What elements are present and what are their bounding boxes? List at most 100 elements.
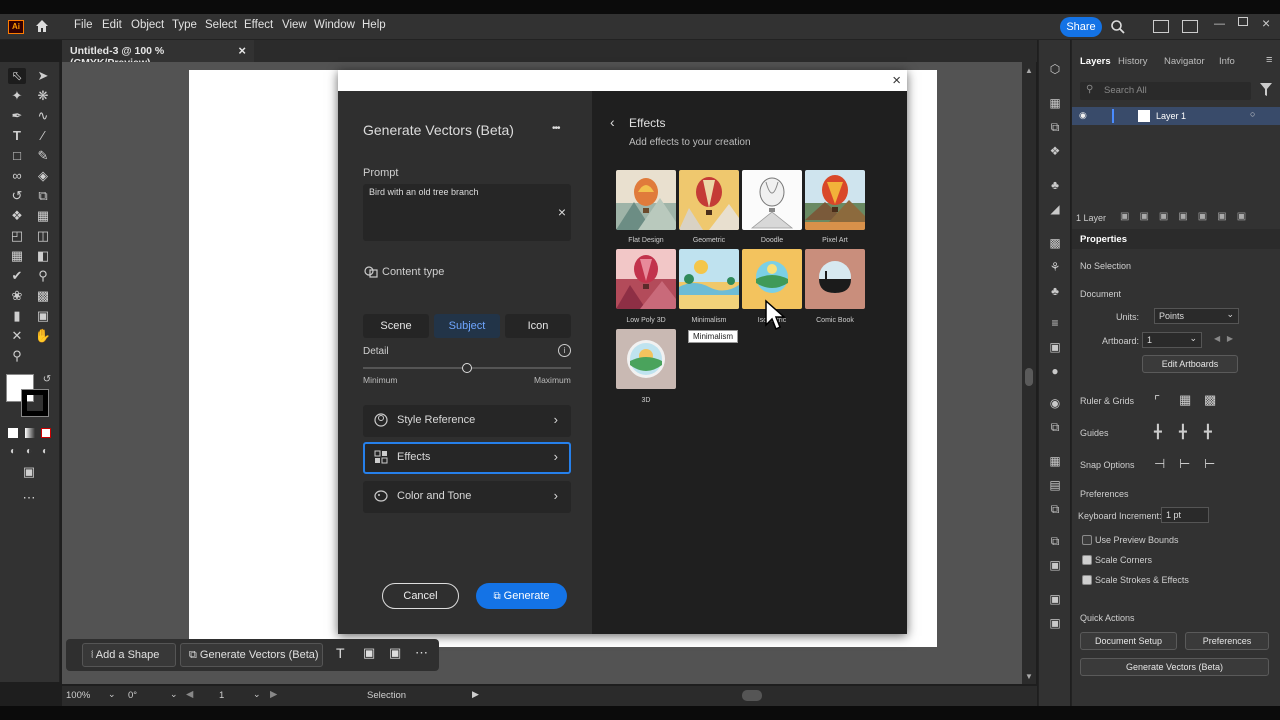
slice-tool-icon[interactable]: ✕	[8, 328, 26, 344]
crop-icon[interactable]: ▣	[363, 645, 375, 661]
puppet-icon[interactable]: ⚘	[1047, 260, 1063, 274]
preferences-button[interactable]: Preferences	[1185, 632, 1269, 650]
effect-flat-design[interactable]	[616, 170, 676, 230]
lasso-tool-icon[interactable]: ❋	[34, 88, 52, 104]
bar-graph-tool-icon[interactable]: ▮	[8, 308, 26, 324]
generate-button[interactable]: ⧉ Generate	[476, 583, 567, 609]
artboard-field[interactable]: 1	[219, 690, 224, 701]
zoom-dropdown-icon[interactable]: ⌄	[108, 689, 116, 700]
horizontal-scroll-thumb[interactable]	[742, 690, 762, 701]
more-options-icon[interactable]: •••	[552, 123, 560, 134]
menu-window[interactable]: Window	[314, 19, 355, 31]
arrange-documents-icon[interactable]	[1153, 20, 1169, 33]
artboard-nav-icons[interactable]: ◀ ▶	[1214, 334, 1233, 343]
effect-low-poly-3d[interactable]	[616, 249, 676, 309]
document-tab[interactable]: Untitled-3 @ 100 % (CMYK/Preview) ×	[62, 40, 254, 69]
eyedropper-tool-icon[interactable]: ✔	[8, 268, 26, 284]
paintbrush-tool-icon[interactable]: ✎	[34, 148, 52, 164]
screen-mode-icon[interactable]: ▣	[20, 464, 38, 480]
swatches-icon[interactable]: ▩	[1047, 236, 1063, 250]
keyboard-increment-field[interactable]: 1 pt	[1161, 507, 1209, 523]
snap-glyph-icon[interactable]: ⊢	[1204, 456, 1215, 472]
artboard-dropdown-icon[interactable]: ⌄	[253, 689, 261, 700]
mesh-tool-icon[interactable]: ▦	[8, 248, 26, 264]
scroll-thumb[interactable]	[1025, 368, 1033, 386]
add-shape-button[interactable]: ⧙ Add a Shape	[82, 643, 176, 667]
effect-doodle[interactable]	[742, 170, 802, 230]
color-and-tone-button[interactable]: Color and Tone ›	[363, 481, 571, 513]
rotation-field[interactable]: 0°	[128, 690, 137, 701]
layer-row[interactable]: ◉ Layer 1 ○	[1072, 107, 1280, 125]
visibility-icon[interactable]: ◉	[1079, 110, 1087, 121]
image-trace-icon[interactable]: ⧉	[1047, 420, 1063, 434]
back-chevron-icon[interactable]: ‹	[610, 114, 615, 130]
menu-view[interactable]: View	[282, 19, 307, 31]
home-icon[interactable]	[34, 18, 50, 34]
scale-corners-checkbox[interactable]	[1082, 555, 1092, 565]
perspective-grid-tool-icon[interactable]: ◫	[34, 228, 52, 244]
artboards-icon[interactable]: ▣	[1047, 558, 1063, 572]
direct-selection-tool-icon[interactable]: ➤	[34, 68, 52, 84]
recolor-icon[interactable]: ▣	[389, 645, 401, 661]
effect-comic-book[interactable]	[805, 249, 865, 309]
warp-tool-icon[interactable]: ❖	[8, 208, 26, 224]
zoom-tool-icon[interactable]: ⚲	[8, 348, 26, 364]
comments-icon[interactable]: ▣	[1047, 616, 1063, 630]
tab-navigator[interactable]: Navigator	[1164, 56, 1205, 67]
snap-point-icon[interactable]: ⊣	[1154, 456, 1165, 472]
panel-menu-icon[interactable]: ≡	[1266, 54, 1272, 66]
tab-layers[interactable]: Layers	[1080, 56, 1111, 67]
free-transform-tool-icon[interactable]: ▦	[34, 208, 52, 224]
menu-effect[interactable]: Effect	[244, 19, 273, 31]
content-type-icon[interactable]: Icon	[505, 314, 571, 338]
lock-guides-icon[interactable]: ╋	[1179, 424, 1187, 440]
stroke-swatch[interactable]	[21, 389, 49, 417]
more-icon[interactable]: ⋯	[415, 645, 428, 661]
search-icon[interactable]	[1110, 19, 1126, 35]
type-tool-icon[interactable]: T	[8, 128, 26, 144]
last-artboard-icon[interactable]: ▶	[270, 689, 277, 700]
filter-icon[interactable]	[1260, 83, 1272, 97]
dialog-close-icon[interactable]: ×	[892, 72, 901, 89]
use-preview-bounds-checkbox[interactable]	[1082, 535, 1092, 545]
effect-3d[interactable]	[616, 329, 676, 389]
grid-icon[interactable]: ▦	[1179, 392, 1191, 408]
asset-export-icon[interactable]: ⧉	[1047, 534, 1063, 548]
artboard-tool-icon[interactable]: ▣	[34, 308, 52, 324]
transparency-icon[interactable]: ▦	[1047, 96, 1063, 110]
edit-artboards-button[interactable]: Edit Artboards	[1142, 355, 1238, 373]
restore-icon[interactable]	[1238, 17, 1248, 26]
appearance-icon[interactable]: ●	[1047, 364, 1063, 378]
type-icon[interactable]: T	[336, 645, 345, 661]
document-setup-button[interactable]: Document Setup	[1080, 632, 1177, 650]
effect-pixel-art[interactable]	[805, 170, 865, 230]
artboard-select[interactable]: 1 ⌄	[1142, 332, 1202, 348]
blend-tool-icon[interactable]: ⚲	[34, 268, 52, 284]
gradient-mode-icon[interactable]	[25, 428, 35, 438]
brushes-icon[interactable]: ❖	[1047, 144, 1063, 158]
properties-title[interactable]: Properties	[1080, 234, 1127, 245]
pathfinder-icon[interactable]: ⧉	[1047, 502, 1063, 516]
first-artboard-icon[interactable]: ◀	[186, 689, 193, 700]
pen-tool-icon[interactable]: ✒	[8, 108, 26, 124]
scale-tool-icon[interactable]: ⧉	[34, 188, 52, 204]
curvature-tool-icon[interactable]: ∿	[34, 108, 52, 124]
draw-inside-icon[interactable]: ◐	[36, 444, 54, 460]
gradient-tool-icon[interactable]: ◧	[34, 248, 52, 264]
scale-strokes-checkbox[interactable]	[1082, 575, 1092, 585]
shaper-tool-icon[interactable]: ∞	[8, 168, 26, 184]
menu-file[interactable]: File	[74, 19, 93, 31]
snap-pixel-icon[interactable]: ⊢	[1179, 456, 1190, 472]
content-type-scene[interactable]: Scene	[363, 314, 429, 338]
color-guide-icon[interactable]: ◉	[1047, 396, 1063, 410]
club-icon[interactable]: ♣	[1047, 284, 1063, 298]
stroke-icon[interactable]: ≡	[1047, 316, 1063, 330]
style-reference-button[interactable]: Style Reference ›	[363, 405, 571, 437]
zoom-field[interactable]: 100%	[66, 690, 90, 701]
detail-slider[interactable]	[363, 363, 571, 373]
symbol-sprayer-tool-icon[interactable]: ❀	[8, 288, 26, 304]
layers-search-field[interactable]: ⚲ Search All	[1080, 82, 1251, 100]
cancel-button[interactable]: Cancel	[382, 583, 459, 609]
smart-guides-icon[interactable]: ╋	[1204, 424, 1212, 440]
shape-builder-tool-icon[interactable]: ◰	[8, 228, 26, 244]
